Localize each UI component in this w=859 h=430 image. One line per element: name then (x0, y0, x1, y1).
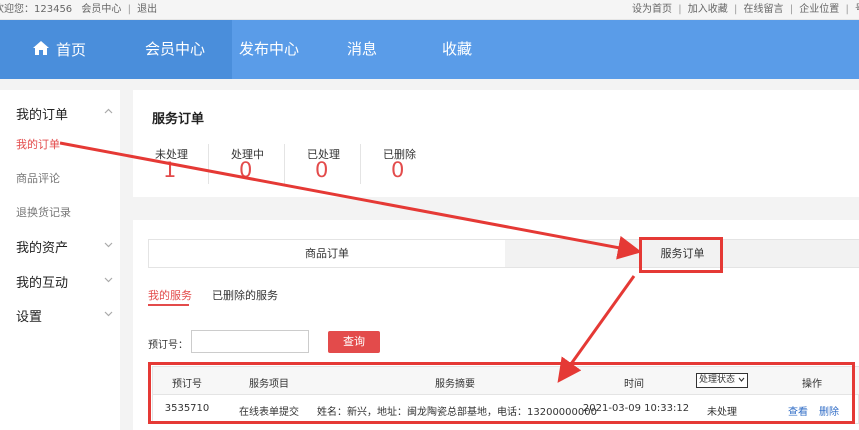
stat-unprocessed[interactable]: 未处理 1 (133, 144, 209, 184)
active-subtab-underline (148, 304, 189, 306)
logout-link[interactable]: 退出 (137, 4, 157, 15)
topbar-right: 设为首页 | 加入收藏 | 在线留言 | 企业位置 | 号 (632, 0, 859, 19)
topbar-left: 欢迎您：123456 会员中心 | 退出 (0, 0, 157, 19)
sidebar-group-interactions[interactable]: 我的互动 (16, 272, 68, 291)
member-center-link[interactable]: 会员中心 (81, 4, 121, 15)
nav-publish-center[interactable]: 发布中心 (232, 20, 306, 79)
stat-processing[interactable]: 处理中 0 (209, 144, 285, 184)
welcome-text: 欢迎您：123456 (0, 4, 73, 15)
annotation-box-table (148, 362, 855, 424)
add-favorite-link[interactable]: 加入收藏 (688, 4, 728, 15)
summary-title: 服务订单 (152, 112, 205, 127)
sidebar-group-settings[interactable]: 设置 (16, 306, 42, 325)
nav-favorites[interactable]: 收藏 (425, 20, 489, 79)
subtab-my-services[interactable]: 我的服务 (148, 287, 192, 303)
search-button[interactable]: 查询 (328, 331, 380, 353)
nav-home[interactable]: 首页 (0, 20, 118, 79)
chevron-down-icon[interactable] (104, 275, 113, 286)
topbar-tail-link[interactable]: 号 (855, 4, 859, 15)
stat-value: 0 (315, 158, 329, 182)
stat-value: 0 (239, 158, 253, 182)
nav-messages[interactable]: 消息 (330, 20, 394, 79)
annotation-box-service-tab (639, 237, 723, 273)
stat-processed[interactable]: 已处理 0 (285, 144, 361, 184)
company-location-link[interactable]: 企业位置 (799, 4, 839, 15)
main-nav: 首页 会员中心 发布中心 消息 收藏 (0, 20, 859, 79)
sidebar-group-my-orders[interactable]: 我的订单 (16, 104, 68, 123)
top-utility-bar: 欢迎您：123456 会员中心 | 退出 设为首页 | 加入收藏 | 在线留言 … (0, 0, 859, 20)
sidebar: 我的订单 我的订单 商品评论 退换货记录 我的资产 我的互动 设置 (0, 90, 120, 430)
subtab-deleted-services[interactable]: 已删除的服务 (212, 287, 278, 303)
order-type-tabs: 商品订单 服务订单 (148, 239, 859, 268)
sidebar-item-returns[interactable]: 退换货记录 (16, 204, 71, 220)
stat-value: 1 (163, 158, 177, 182)
sidebar-item-product-reviews[interactable]: 商品评论 (16, 170, 60, 186)
order-number-input[interactable] (191, 330, 309, 353)
chevron-down-icon[interactable] (104, 309, 113, 320)
stat-value: 0 (391, 158, 405, 182)
home-icon (32, 40, 50, 60)
stat-deleted[interactable]: 已删除 0 (361, 144, 437, 184)
sidebar-item-my-orders[interactable]: 我的订单 (16, 136, 60, 152)
chevron-down-icon[interactable] (104, 240, 113, 251)
search-label: 预订号： (148, 340, 188, 351)
nav-home-label: 首页 (55, 41, 86, 59)
tab-product-orders[interactable]: 商品订单 (149, 240, 505, 267)
online-message-link[interactable]: 在线留言 (744, 4, 784, 15)
set-home-link[interactable]: 设为首页 (632, 4, 672, 15)
chevron-up-icon[interactable] (104, 106, 113, 117)
service-order-summary: 服务订单 未处理 1 处理中 0 已处理 0 已删除 0 (133, 90, 859, 197)
sidebar-group-assets[interactable]: 我的资产 (16, 237, 68, 256)
nav-member-center[interactable]: 会员中心 (118, 20, 232, 79)
